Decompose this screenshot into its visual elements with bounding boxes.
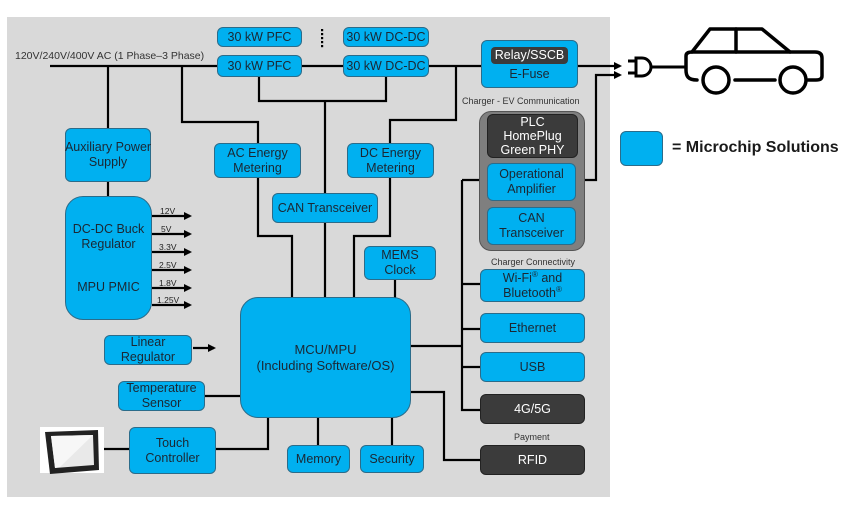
temperature-sensor-block: Temperature Sensor [118, 381, 205, 411]
pfc-module-top: 30 kW PFC [217, 27, 302, 47]
comm-can-label-1: CAN [518, 211, 545, 225]
ellipsis-dots [321, 29, 324, 48]
wire-comm-bus [460, 180, 480, 412]
aux-label-2: Supply [88, 155, 128, 169]
voltage-rail-12v: 12V [160, 206, 176, 216]
touch-controller-block: Touch Controller [129, 427, 216, 474]
linear-reg-label-2: Regulator [120, 350, 176, 364]
ethernet-label: Ethernet [508, 320, 557, 335]
security-label: Security [369, 451, 415, 466]
operational-amplifier-block: Operational Amplifier [487, 163, 576, 201]
dc-metering-label-1: DC Energy [359, 145, 422, 160]
auxiliary-power-supply-block: Auxiliary Power Supply [65, 128, 151, 182]
opamp-label-1: Operational [499, 167, 564, 181]
temp-label-2: Sensor [141, 396, 182, 410]
wire-bus-to-ac-metering [180, 66, 260, 143]
linear-regulator-block: Linear Regulator [104, 335, 192, 365]
plc-label: PLC [520, 115, 545, 129]
aux-label-1: Auxiliary Power [64, 140, 152, 154]
voltage-rail-2v5: 2.5V [159, 260, 177, 270]
cellular-4g-5g-block: 4G/5G [480, 394, 585, 424]
mcu-label-2: (Including Software/OS) [256, 357, 395, 373]
green-phy-label: Green PHY [500, 143, 565, 157]
pfc-top-label: 30 kW PFC [227, 29, 292, 44]
touchscreen-tablet-icon [40, 427, 104, 474]
registered-mark: ® [555, 284, 562, 294]
comm-can-label-2: Transceiver [499, 226, 564, 240]
wifi-label: Wi-Fi® and [502, 270, 563, 286]
ev-plug-icon [628, 56, 685, 78]
relay-sscb-label: Relay/SSCB [490, 46, 569, 64]
pfc-bottom-label: 30 kW PFC [227, 58, 292, 73]
wire-touch-to-mcu [216, 418, 270, 451]
ac-energy-metering-block: AC Energy Metering [214, 143, 301, 178]
relay-efuse-block: Relay/SSCB E-Fuse [481, 40, 578, 88]
charger-ev-comm-heading: Charger - EV Communication [462, 96, 580, 106]
plc-homeplug-block: PLC HomePlug Green PHY [487, 114, 578, 158]
security-block: Security [360, 445, 424, 473]
comm-can-transceiver-block: CAN Transceiver [487, 207, 576, 245]
mems-label-2: Clock [384, 263, 416, 277]
dc-energy-metering-block: DC Energy Metering [347, 143, 434, 178]
bluetooth-text: Bluetooth [503, 285, 556, 300]
payment-heading: Payment [514, 432, 550, 442]
memory-block: Memory [287, 445, 350, 473]
touch-label-2: Controller [145, 450, 200, 465]
efuse-label: E-Fuse [509, 66, 550, 81]
ac-metering-label-1: AC Energy [227, 145, 288, 160]
dcdc-bottom-label: 30 kW DC-DC [346, 58, 426, 73]
can-transceiver-block: CAN Transceiver [272, 193, 378, 223]
ac-input-label: 120V/240V/400V AC (1 Phase–3 Phase) [15, 50, 205, 62]
electric-car-icon [684, 27, 824, 95]
usb-block: USB [480, 352, 585, 382]
mcu-mpu-block: MCU/MPU (Including Software/OS) [240, 297, 411, 418]
memory-label: Memory [295, 451, 342, 466]
ethernet-block: Ethernet [480, 313, 585, 343]
wifi-text: Wi-Fi [502, 270, 532, 285]
voltage-rail-1v25: 1.25V [157, 295, 180, 305]
dcdc-top-label: 30 kW DC-DC [346, 29, 426, 44]
voltage-rail-3v3: 3.3V [159, 242, 177, 252]
rfid-label: RFID [517, 452, 548, 467]
dc-metering-label-2: Metering [366, 160, 415, 175]
mcu-label-1: MCU/MPU [294, 341, 357, 357]
pmic-label-1: DC-DC Buck [72, 221, 145, 236]
wifi-bluetooth-block: Wi-Fi® and Bluetooth® [480, 269, 585, 302]
pmic-label-2: Regulator [81, 236, 136, 251]
mems-clock-block: MEMS Clock [364, 246, 436, 280]
usb-label: USB [519, 359, 546, 374]
voltage-rail-5v: 5V [161, 224, 172, 234]
cellular-label: 4G/5G [514, 401, 551, 416]
wifi-and-text: and [537, 270, 563, 285]
dcdc-buck-pmic-block: DC-DC Buck Regulator MPU PMIC [65, 196, 152, 320]
dcdc-module-top: 30 kW DC-DC [343, 27, 429, 47]
linear-reg-label-1: Linear [130, 335, 166, 349]
temp-label-1: Temperature [126, 381, 197, 395]
opamp-label-2: Amplifier [507, 182, 556, 196]
mems-label-1: MEMS [381, 248, 419, 262]
homeplug-label: HomePlug [503, 129, 562, 143]
pmic-label-3: MPU PMIC [77, 279, 140, 294]
wire-opamp-to-plug [585, 71, 622, 182]
rfid-block: RFID [480, 445, 585, 475]
wire-dcdc-to-dc-metering [388, 66, 458, 143]
ac-metering-label-2: Metering [233, 160, 282, 175]
legend-text: = Microchip Solutions [672, 139, 839, 156]
bluetooth-label: Bluetooth® [503, 284, 562, 301]
pfc-module-bottom: 30 kW PFC [217, 55, 302, 77]
wire-pfc-down [257, 77, 388, 103]
dcdc-module-bottom: 30 kW DC-DC [343, 55, 429, 77]
can-transceiver-label: CAN Transceiver [277, 200, 373, 215]
voltage-rail-1v8: 1.8V [159, 278, 177, 288]
legend-swatch [620, 131, 663, 166]
touch-label-1: Touch [155, 435, 190, 450]
charger-connectivity-heading: Charger Connectivity [491, 257, 576, 267]
